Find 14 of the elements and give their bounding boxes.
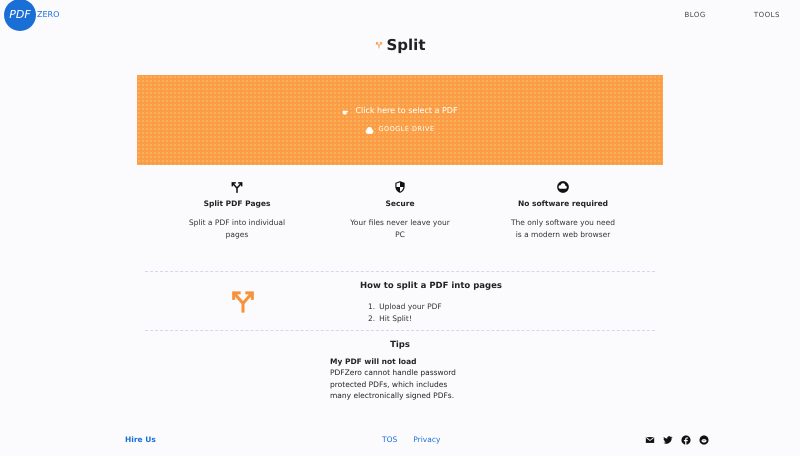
logo-text: ZERO	[37, 9, 60, 21]
reddit-icon[interactable]	[699, 435, 709, 445]
email-icon[interactable]	[645, 435, 655, 445]
logo-circle[interactable]: PDF	[4, 0, 36, 31]
split-arrows-icon	[374, 41, 382, 49]
tips-heading: Tips	[390, 339, 410, 352]
facebook-icon[interactable]	[681, 435, 691, 445]
howto-heading: How to split a PDF into pages	[360, 280, 502, 293]
upload-prompt: Click here to select a PDF	[355, 105, 458, 118]
page-title: Split	[386, 34, 426, 56]
cloud-icon	[556, 180, 570, 194]
bird-icon[interactable]	[663, 435, 673, 445]
shield-icon	[393, 180, 407, 194]
split-arrows-icon	[230, 180, 244, 194]
